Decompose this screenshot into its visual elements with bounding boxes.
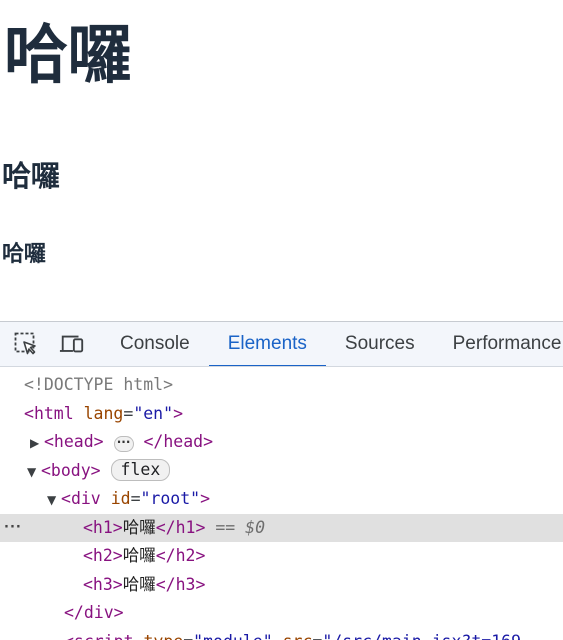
h2-close-tag: </h2> xyxy=(155,546,206,565)
html-attr-value: "en" xyxy=(133,403,174,423)
page: 哈囉 哈囉 哈囉 Console Elements Sources Perfor… xyxy=(0,0,563,640)
tab-sources[interactable]: Sources xyxy=(326,322,434,366)
h3-text-node: 哈囉 xyxy=(122,574,156,594)
script-attr-type: type xyxy=(143,632,183,640)
tree-row-div-root[interactable]: ▼ <div id="root"> xyxy=(0,485,563,514)
devtools-toolbar: Console Elements Sources Performance xyxy=(0,322,563,367)
more-actions-icon[interactable]: ··· xyxy=(4,514,22,543)
html-tag-name: html xyxy=(33,403,74,423)
doctype-node: <!DOCTYPE html> xyxy=(24,375,174,394)
head-close-tag: </head> xyxy=(143,432,214,451)
script-type-value: "module" xyxy=(193,632,272,640)
h2-text-node: 哈囉 xyxy=(122,546,156,565)
selected-node-ref: == $0 xyxy=(215,517,266,537)
html-attr-name: lang xyxy=(83,403,124,423)
h3-open-tag: <h3> xyxy=(83,574,123,594)
h2-open-tag: <h2> xyxy=(83,546,123,565)
tree-row-div-close[interactable]: </div> xyxy=(0,599,563,628)
tree-row-h1-selected[interactable]: ··· <h1>哈囉</h1> == $0 xyxy=(0,513,563,543)
tab-console-label: Console xyxy=(120,333,190,354)
collapsed-ellipsis-icon[interactable]: ··· xyxy=(113,436,134,452)
collapse-triangle-icon[interactable]: ▼ xyxy=(47,486,61,515)
select-element-icon[interactable] xyxy=(13,331,39,357)
tree-row-script[interactable]: <script type="module" src="/src/main.jsx… xyxy=(0,628,563,640)
h3-close-tag: </h3> xyxy=(155,574,206,594)
tree-row-head[interactable]: ▶ <head> ··· </head> xyxy=(0,428,563,457)
page-heading-h1: 哈囉 xyxy=(4,19,132,93)
page-heading-h3: 哈囉 xyxy=(2,242,47,267)
tab-performance-label: Performance xyxy=(452,333,562,354)
elements-tree: <!DOCTYPE html> <html lang="en"> ▶ <head>… xyxy=(0,367,563,640)
tree-row-doctype[interactable]: <!DOCTYPE html> xyxy=(0,371,563,400)
h1-text-node: 哈囉 xyxy=(122,517,156,537)
h1-close-tag: </h1> xyxy=(155,517,206,537)
h1-open-tag: <h1> xyxy=(83,517,123,537)
page-heading-h2: 哈囉 xyxy=(2,159,61,193)
collapse-triangle-icon[interactable]: ▼ xyxy=(27,458,41,487)
div-attr-name: id xyxy=(110,489,131,508)
tree-row-h3[interactable]: <h3>哈囉</h3> xyxy=(0,571,563,600)
div-tag-name: div xyxy=(70,489,101,508)
head-open-tag: <head> xyxy=(44,432,104,451)
tab-console[interactable]: Console xyxy=(101,322,209,366)
expand-triangle-icon[interactable]: ▶ xyxy=(30,429,44,458)
tab-elements-label: Elements xyxy=(227,333,307,354)
flex-badge[interactable]: flex xyxy=(110,458,171,481)
div-close-tag: </div> xyxy=(64,603,124,622)
tree-row-html[interactable]: <html lang="en"> xyxy=(0,400,563,429)
devtools-panel: Console Elements Sources Performance <!D… xyxy=(0,321,563,640)
tab-performance[interactable]: Performance xyxy=(434,322,563,366)
tab-sources-label: Sources xyxy=(344,333,415,354)
script-src-value: "/src/main.jsx?t=169 xyxy=(322,632,521,640)
tree-row-h2[interactable]: <h2>哈囉</h2> xyxy=(0,542,563,571)
script-attr-src: src xyxy=(283,632,313,640)
body-open-tag: <body xyxy=(41,460,91,480)
script-open-tag: <script xyxy=(64,632,134,640)
tab-elements[interactable]: Elements xyxy=(208,322,327,366)
div-attr-value: "root" xyxy=(140,489,201,508)
device-toolbar-icon[interactable] xyxy=(59,331,85,357)
tree-row-body[interactable]: ▼ <body> flex xyxy=(0,457,563,486)
